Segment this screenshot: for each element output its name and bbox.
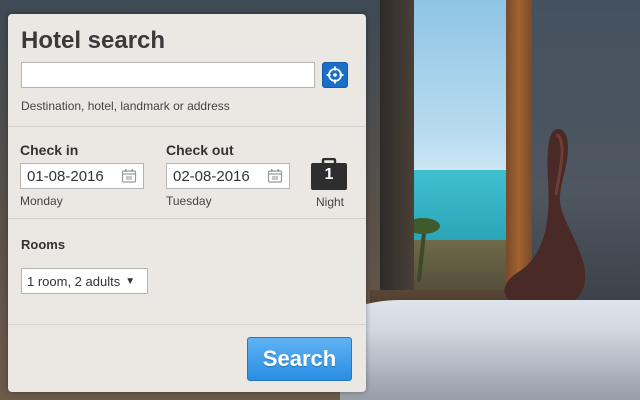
calendar-icon [121,169,137,183]
check-out-date: 02-08-2016 [173,167,250,185]
check-in-label: Check in [20,142,79,158]
dropdown-arrow-icon: ▼ [125,275,136,287]
check-out-weekday: Tuesday [166,194,212,208]
rooms-label: Rooms [21,237,66,252]
locate-button[interactable] [322,62,348,88]
vase-image [504,129,586,310]
check-out-date-field[interactable]: 02-08-2016 [166,163,290,189]
divider [8,126,366,127]
destination-hint: Destination, hotel, landmark or address [21,99,230,113]
nights-label: Night [315,195,344,209]
divider [8,218,366,219]
nights-count: 1 [324,166,334,183]
divider [8,324,366,325]
rooms-select[interactable]: 1 room, 2 adults ▼ [21,268,148,294]
check-out-label: Check out [166,142,234,158]
search-button[interactable]: Search [247,337,352,381]
rooms-selected-value: 1 room, 2 adults [27,273,121,289]
check-in-weekday: Monday [20,194,63,208]
destination-input[interactable] [21,62,315,88]
crosshair-icon [326,66,344,84]
calendar-icon [267,169,283,183]
hotel-search-panel: Hotel search Destination, hotel, landmar… [8,14,366,392]
check-in-date: 01-08-2016 [27,167,104,185]
panel-title: Hotel search [21,27,166,54]
check-in-date-field[interactable]: 01-08-2016 [20,163,144,189]
